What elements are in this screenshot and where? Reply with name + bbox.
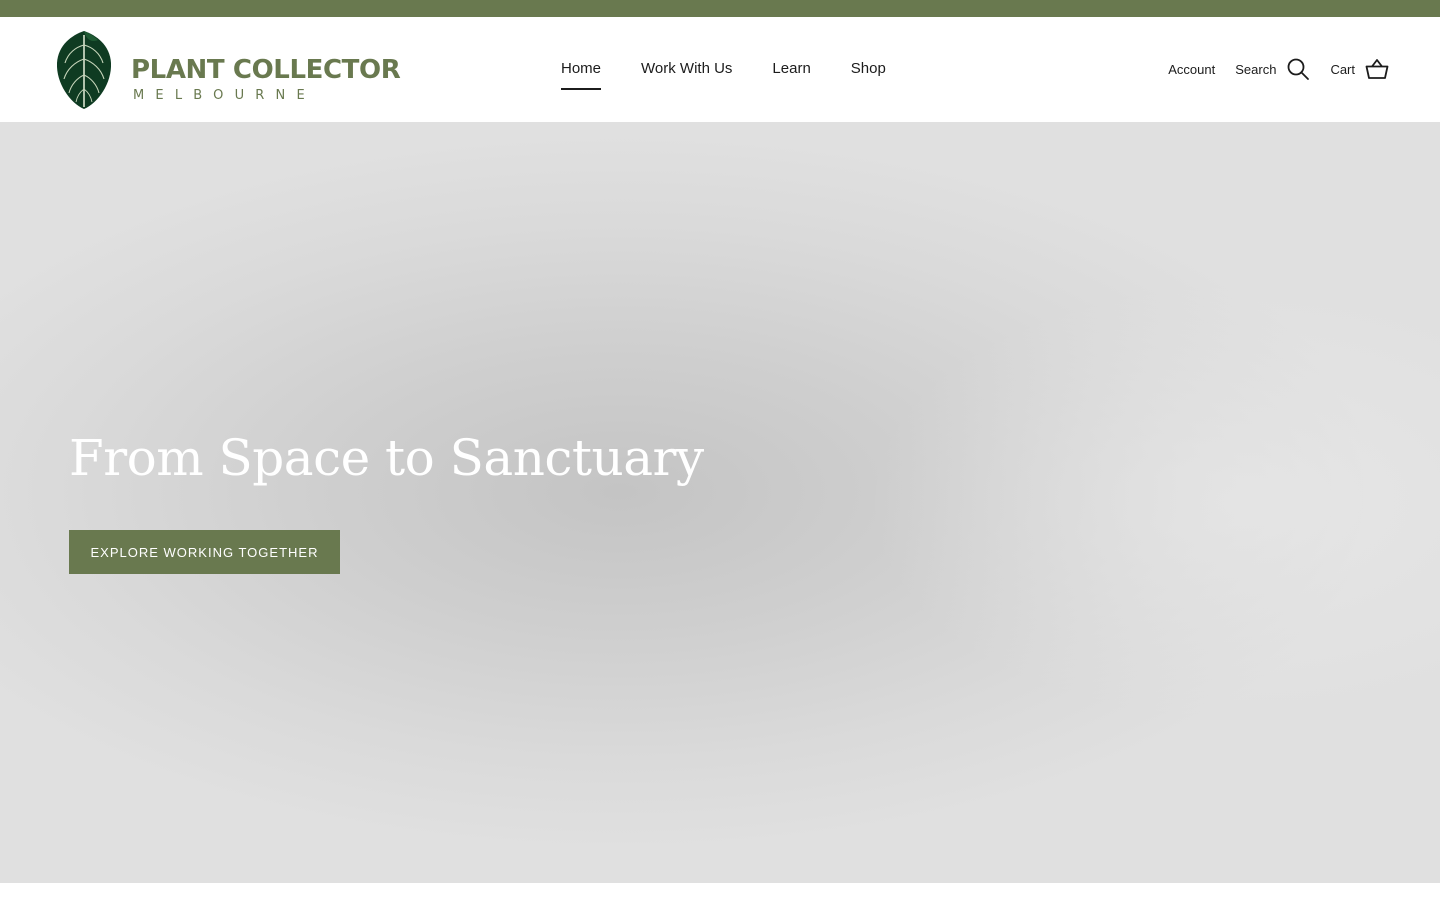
logo-link[interactable]: PLANT COLLECTOR MELBOURNE [56,29,401,111]
anthurium-leaf-icon [56,31,112,109]
brand-subtitle: MELBOURNE [133,88,316,103]
search-label: Search [1235,61,1277,77]
hero-title: From Space to Sanctuary [69,429,704,487]
nav-link-shop[interactable]: Shop [851,59,886,83]
explore-working-together-button[interactable]: EXPLORE WORKING TOGETHER [69,530,340,574]
hero-background [0,122,1440,883]
basket-icon [1365,57,1389,81]
search-button[interactable]: Search [1235,57,1310,81]
site-header: PLANT COLLECTOR MELBOURNE Home Work With… [0,17,1440,122]
nav-link-work-with-us[interactable]: Work With Us [641,59,732,83]
hero-banner: From Space to Sanctuary EXPLORE WORKING … [0,122,1440,883]
search-icon [1286,57,1310,81]
nav-link-home[interactable]: Home [561,59,602,90]
header-tools: Account Search Cart [1168,56,1389,82]
account-label: Account [1168,61,1216,77]
page-bottom-strip [0,883,1440,900]
announcement-bar [0,0,1440,17]
account-link[interactable]: Account [1168,62,1215,77]
cart-button[interactable]: Cart [1330,57,1389,81]
brand-title: PLANT COLLECTOR [131,55,401,85]
nav-link-learn[interactable]: Learn [772,59,810,83]
cart-label: Cart [1330,61,1355,77]
main-nav: Home Work With Us Learn Shop [561,59,886,90]
